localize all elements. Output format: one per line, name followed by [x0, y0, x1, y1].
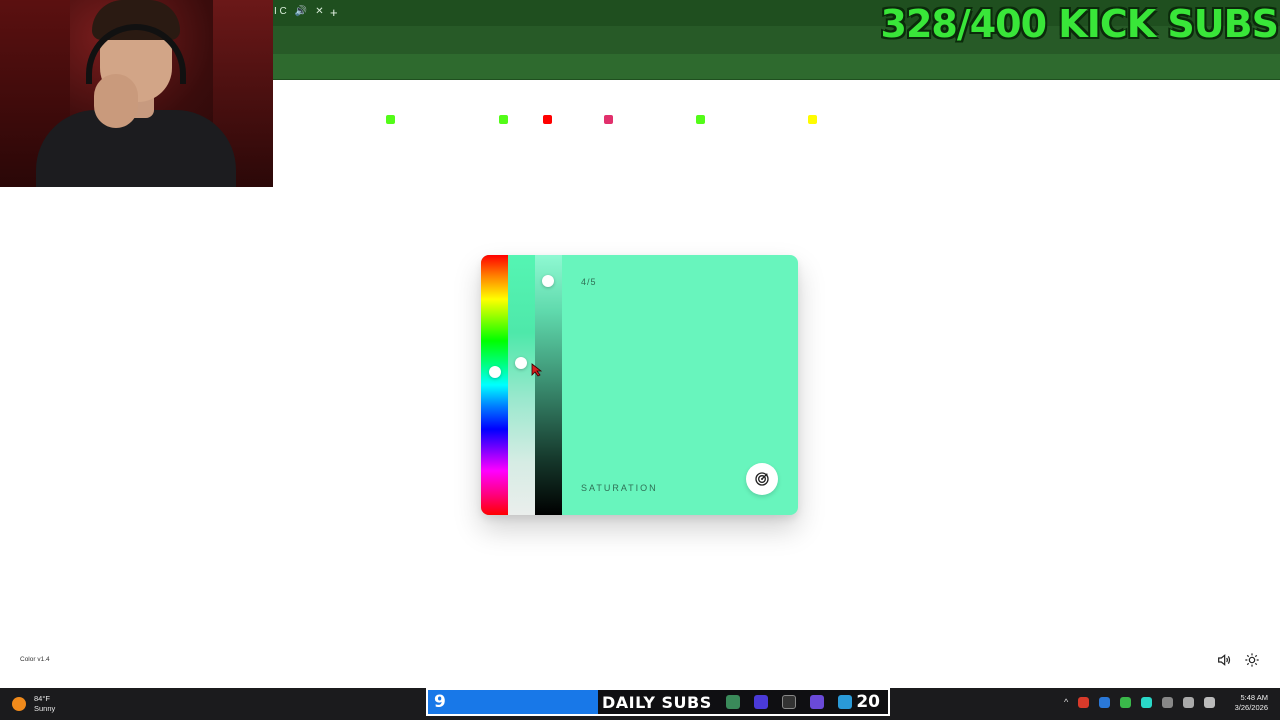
daily-subs-title: DAILY SUBS — [602, 693, 712, 712]
bluetooth-icon[interactable] — [1099, 697, 1111, 708]
bookmark-favicon-icon — [498, 114, 508, 124]
daily-right-count: 20 — [856, 692, 880, 712]
active-tab[interactable]: I C 🔊 ✕ — [274, 6, 324, 17]
webcam-overlay — [0, 0, 273, 187]
kick-subs-counter: 328/400 KICK SUBS — [880, 2, 1279, 46]
taskbar-app-icons — [726, 695, 852, 709]
lightness-thumb[interactable] — [542, 275, 554, 287]
bookmark-favicon-icon — [385, 114, 395, 124]
tray-icon[interactable] — [1141, 697, 1153, 708]
volume-icon[interactable] — [1204, 697, 1216, 708]
app-icon[interactable] — [726, 695, 740, 709]
saturation-thumb[interactable] — [515, 357, 527, 369]
bookmark-item[interactable]: YouTube — [542, 114, 591, 124]
saturation-slider[interactable] — [508, 255, 535, 515]
bookmark-label: Kick — [512, 114, 529, 124]
color-picker-card: 4/5 SATURATION — [481, 255, 798, 515]
browser-app-icon[interactable] — [838, 695, 852, 709]
bookmark-item[interactable]: The best streaming... — [278, 114, 372, 124]
app-icon[interactable] — [754, 695, 768, 709]
step-indicator: 4/5 — [581, 277, 597, 287]
mode-label: SATURATION — [581, 483, 658, 493]
tab-title: I C — [274, 6, 287, 17]
new-tab-button[interactable]: + — [330, 5, 338, 20]
folder-icon — [1200, 115, 1211, 123]
cursor-icon — [531, 363, 542, 377]
speaker-icon[interactable] — [1216, 652, 1232, 668]
target-button[interactable] — [746, 463, 778, 495]
bookmark-list: The best streaming... Stream - Kick Dashb… — [278, 114, 858, 124]
version-label: Color v1.4 — [20, 656, 50, 663]
all-bookmarks-label: All Bookmarks — [1215, 114, 1270, 124]
target-icon — [755, 472, 769, 486]
date: 3/26/2026 — [1234, 703, 1268, 712]
daily-left-count: 9 — [434, 692, 446, 712]
bookmark-item[interactable]: Stream - Kick Dashb... — [385, 114, 485, 124]
bookmark-favicon-icon — [542, 114, 552, 124]
weather-widget[interactable]: 84°F Sunny — [12, 694, 55, 714]
temperature: 84°F — [34, 694, 50, 703]
sun-icon[interactable] — [1244, 652, 1260, 668]
tray-icon[interactable] — [1120, 697, 1132, 708]
daily-progress-fill — [428, 690, 598, 714]
time: 5:48 AM — [1240, 693, 1268, 702]
speaker-icon[interactable]: 🔊 — [295, 6, 307, 17]
bookmark-item[interactable]: (1) Inbox • Chats — [604, 114, 682, 124]
bookmark-favicon-icon — [278, 114, 287, 124]
corner-controls — [1216, 652, 1260, 668]
hue-thumb[interactable] — [489, 366, 501, 378]
network-icon[interactable] — [1183, 697, 1195, 708]
bookmark-label: snap web — [821, 114, 859, 124]
bookmark-label: Creator Dashboard |... — [709, 114, 794, 124]
lightness-slider[interactable] — [535, 255, 562, 515]
sun-weather-icon — [12, 697, 26, 711]
bookmark-favicon-icon — [695, 114, 705, 124]
chevron-up-icon[interactable]: ^ — [1064, 697, 1068, 708]
close-tab-icon[interactable]: ✕ — [315, 6, 323, 17]
bookmark-label: Stream - Kick Dashb... — [399, 114, 485, 124]
bookmark-label: The best streaming... — [292, 114, 372, 124]
system-clock[interactable]: 5:48 AM 3/26/2026 — [1235, 693, 1268, 713]
bookmark-item[interactable]: snap web — [807, 114, 859, 124]
all-bookmarks-button[interactable]: All Bookmarks — [1200, 114, 1270, 124]
app-icon[interactable] — [810, 695, 824, 709]
daily-subs-overlay: 9 DAILY SUBS 20 — [426, 688, 890, 716]
bookmark-label: (1) Inbox • Chats — [618, 114, 682, 124]
bookmark-item[interactable]: Creator Dashboard |... — [695, 114, 794, 124]
system-tray: ^ — [1064, 697, 1216, 708]
mic-icon[interactable] — [1162, 697, 1174, 708]
bookmark-favicon-icon — [807, 114, 817, 124]
bookmark-label: YouTube — [556, 114, 591, 124]
tray-icon[interactable] — [1078, 697, 1090, 708]
hue-slider[interactable] — [481, 255, 508, 515]
bookmark-favicon-icon — [604, 114, 614, 124]
bookmark-item[interactable]: Kick — [498, 114, 529, 124]
weather-condition: Sunny — [34, 704, 56, 713]
app-icon[interactable] — [782, 695, 796, 709]
